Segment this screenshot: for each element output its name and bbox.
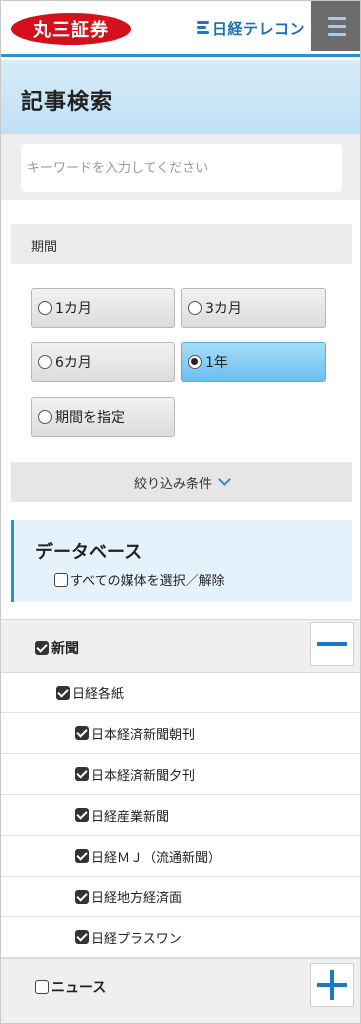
period-header: 期間: [11, 224, 352, 264]
checkbox-checked-icon: [75, 808, 89, 822]
hamburger-line: [327, 32, 346, 36]
chevron-down-icon: [218, 473, 231, 486]
page-title: 記事検索: [21, 90, 114, 115]
media-label: 日経地方経済面: [91, 891, 183, 906]
radio-icon: [188, 301, 202, 315]
page-frame: 丸三証券 日経テレコン 記事検索 期間 1カ月 3カ月: [0, 0, 361, 1024]
period-option-1-month[interactable]: 1カ月: [31, 288, 175, 328]
service-logo-icon: [197, 21, 209, 35]
plus-icon: [317, 970, 347, 1000]
media-checkbox[interactable]: 日経ＭＪ（流通新聞）: [75, 847, 221, 866]
checkbox-checked-icon: [75, 849, 89, 863]
menu-button[interactable]: [311, 1, 360, 51]
category-label: ニュース: [51, 980, 107, 996]
period-option-6-months[interactable]: 6カ月: [31, 342, 175, 382]
period-option-label: 1カ月: [55, 301, 92, 317]
media-checkbox[interactable]: 日経地方経済面: [75, 887, 182, 906]
select-all-media-checkbox[interactable]: すべての媒体を選択／解除: [54, 570, 225, 589]
period-option-1-year[interactable]: 1年: [181, 342, 326, 382]
media-row: 日経プラスワン: [1, 917, 360, 958]
period-option-label: 6カ月: [55, 355, 92, 371]
checkbox-icon: [35, 980, 49, 994]
app-header: 丸三証券 日経テレコン: [1, 1, 360, 57]
media-row: 日経産業新聞: [1, 795, 360, 836]
keyword-search-input[interactable]: [21, 144, 342, 192]
media-row: 日本経済新聞夕刊: [1, 754, 360, 795]
search-area: [1, 134, 360, 200]
checkbox-icon: [54, 572, 68, 587]
hamburger-menu-icon: [327, 16, 346, 20]
category-row-news: ニュース: [1, 958, 360, 1023]
media-checkbox[interactable]: 日本経済新聞夕刊: [75, 765, 195, 784]
group-label: 日経各紙: [72, 687, 125, 702]
brand-logo-text: 丸三証券: [33, 20, 109, 41]
period-option-custom[interactable]: 期間を指定: [31, 397, 175, 437]
hamburger-line: [327, 24, 346, 28]
radio-icon: [38, 410, 52, 424]
service-logo: 日経テレコン: [197, 17, 305, 39]
media-row: 日経地方経済面: [1, 877, 360, 917]
filter-conditions-label: 絞り込み条件: [133, 476, 212, 492]
media-row: 日本経済新聞朝刊: [1, 713, 360, 754]
period-option-label: 1年: [205, 355, 228, 371]
checkbox-checked-icon: [75, 726, 89, 740]
group-row-nikkei: 日経各紙: [1, 673, 360, 713]
radio-icon: [38, 301, 52, 315]
collapse-button[interactable]: [310, 622, 354, 666]
group-checkbox-nikkei[interactable]: 日経各紙: [56, 683, 124, 702]
checkbox-checked-icon: [35, 641, 49, 655]
brand-logo[interactable]: 丸三証券: [11, 13, 131, 45]
media-label: 日経産業新聞: [91, 809, 170, 825]
media-label: 日本経済新聞朝刊: [91, 727, 196, 743]
expand-button[interactable]: [310, 963, 354, 1007]
media-label: 日本経済新聞夕刊: [91, 768, 196, 784]
database-section: データベース すべての媒体を選択／解除: [11, 520, 352, 602]
checkbox-checked-icon: [75, 767, 89, 781]
checkbox-checked-icon: [75, 889, 89, 904]
category-checkbox-newspaper[interactable]: 新聞: [35, 638, 79, 658]
checkbox-checked-icon: [56, 685, 70, 700]
category-row-newspaper: 新聞: [1, 619, 360, 673]
period-section: 期間 1カ月 3カ月 6カ月 1年 期間を指定: [1, 200, 360, 462]
checkbox-checked-icon: [75, 930, 89, 944]
media-checkbox[interactable]: 日経プラスワン: [75, 928, 182, 947]
media-label: 日経ＭＪ（流通新聞）: [91, 850, 222, 866]
category-label: 新聞: [51, 641, 79, 657]
title-band: 記事検索: [1, 60, 360, 134]
radio-icon: [38, 355, 52, 369]
period-option-3-months[interactable]: 3カ月: [181, 288, 326, 328]
filter-conditions-toggle[interactable]: 絞り込み条件: [11, 462, 352, 502]
period-option-label: 3カ月: [205, 301, 242, 317]
media-label: 日経プラスワン: [91, 931, 182, 947]
select-all-label: すべての媒体を選択／解除: [70, 574, 225, 589]
period-label: 期間: [31, 240, 58, 255]
service-logo-text: 日経テレコン: [212, 19, 306, 38]
database-title: データベース: [35, 542, 143, 563]
media-checkbox[interactable]: 日経産業新聞: [75, 806, 169, 825]
category-checkbox-news[interactable]: ニュース: [35, 977, 106, 997]
minus-icon: [317, 642, 347, 646]
period-option-label: 期間を指定: [55, 410, 125, 426]
media-row: 日経ＭＪ（流通新聞）: [1, 836, 360, 877]
radio-icon-selected: [188, 355, 202, 369]
media-checkbox[interactable]: 日本経済新聞朝刊: [75, 724, 195, 743]
